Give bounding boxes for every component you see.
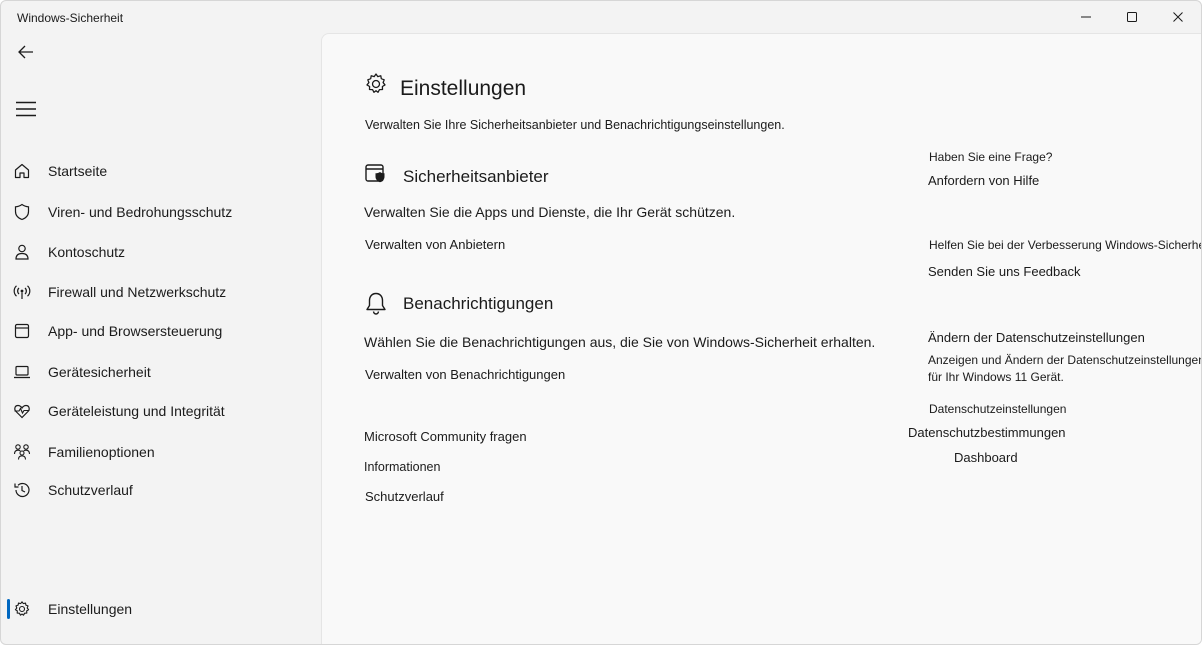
sidebar-item-device-performance[interactable]: Geräteleistung und Integrität	[5, 394, 315, 428]
community-link[interactable]: Microsoft Community fragen	[364, 429, 527, 444]
providers-section-title: Sicherheitsanbieter	[403, 167, 549, 186]
notifications-description: Wählen Sie die Benachrichtigungen aus, d…	[364, 334, 876, 350]
sidebar-item-firewall[interactable]: Firewall und Netzwerkschutz	[5, 275, 315, 309]
history-icon	[14, 482, 30, 498]
sidebar-item-label: Schutzverlauf	[48, 482, 133, 498]
sidebar-item-app-browser[interactable]: App- und Browsersteuerung	[5, 314, 315, 348]
main-content: Einstellungen Verwalten Sie Ihre Sicherh…	[321, 33, 1202, 644]
sidebar: Startseite Viren- und Bedrohungsschutz K…	[1, 33, 321, 644]
hamburger-icon	[16, 101, 36, 117]
privacy-settings-link[interactable]: Datenschutzeinstellungen	[929, 402, 1066, 416]
privacy-description-line2: für Ihr Windows 11 Gerät.	[928, 370, 1064, 384]
sidebar-item-startseite[interactable]: Startseite	[5, 154, 315, 188]
dashboard-link[interactable]: Dashboard	[954, 450, 1018, 465]
page-subtitle: Verwalten Sie Ihre Sicherheitsanbieter u…	[365, 118, 785, 132]
sidebar-item-label: Kontoschutz	[48, 244, 126, 260]
question-heading: Haben Sie eine Frage?	[929, 150, 1053, 164]
sidebar-item-label: Viren- und Bedrohungsschutz	[48, 204, 233, 220]
app-window-icon	[14, 323, 30, 339]
laptop-icon	[14, 365, 30, 379]
person-icon	[15, 244, 29, 260]
sidebar-item-account-protection[interactable]: Kontoschutz	[5, 235, 315, 269]
privacy-description-line1: Anzeigen und Ändern der Datenschutzeinst…	[928, 353, 1202, 367]
sidebar-item-virus-protection[interactable]: Viren- und Bedrohungsschutz	[5, 195, 315, 229]
sidebar-item-label: Einstellungen	[48, 601, 133, 617]
maximize-icon	[1127, 12, 1137, 22]
manage-providers-link[interactable]: Verwalten von Anbietern	[365, 237, 505, 252]
sidebar-item-label: Firewall und Netzwerkschutz	[48, 284, 227, 300]
home-icon	[14, 163, 30, 179]
feedback-link[interactable]: Senden Sie uns Feedback	[928, 264, 1081, 279]
close-button[interactable]	[1155, 1, 1201, 33]
notifications-section-title: Benachrichtigungen	[403, 294, 554, 313]
heart-pulse-icon	[14, 404, 30, 419]
improve-heading: Helfen Sie bei der Verbesserung Windows-…	[929, 238, 1202, 252]
info-link[interactable]: Informationen	[364, 460, 440, 474]
sidebar-item-label: Familienoptionen	[48, 444, 155, 460]
wireless-icon	[13, 285, 31, 299]
privacy-statement-link[interactable]: Datenschutzbestimmungen	[908, 425, 1066, 440]
page-title: Einstellungen	[400, 77, 527, 100]
app-window: Windows-Sicherheit Startseite Viren- und…	[0, 0, 1202, 645]
hamburger-menu-button[interactable]	[11, 95, 41, 123]
sidebar-item-label: Gerätesicherheit	[48, 364, 151, 380]
minimize-icon	[1081, 16, 1091, 18]
close-icon	[1173, 12, 1183, 22]
family-icon	[13, 444, 31, 460]
sidebar-item-label: Geräteleistung und Integrität	[48, 403, 225, 419]
get-help-link[interactable]: Anfordern von Hilfe	[928, 173, 1039, 188]
back-arrow-icon	[18, 45, 33, 59]
sidebar-item-family-options[interactable]: Familienoptionen	[5, 435, 315, 469]
app-title: Windows-Sicherheit	[17, 11, 124, 25]
sidebar-item-label: App- und Browsersteuerung	[48, 323, 223, 339]
settings-gear-icon	[366, 73, 386, 93]
maximize-button[interactable]	[1109, 1, 1155, 33]
sidebar-item-settings[interactable]: Einstellungen	[5, 592, 315, 626]
sidebar-item-device-security[interactable]: Gerätesicherheit	[5, 355, 315, 389]
privacy-heading: Ändern der Datenschutzeinstellungen	[928, 330, 1145, 345]
providers-description: Verwalten Sie die Apps und Dienste, die …	[364, 204, 736, 220]
security-provider-icon	[365, 164, 385, 183]
minimize-button[interactable]	[1063, 1, 1109, 33]
protection-history-link[interactable]: Schutzverlauf	[365, 489, 444, 504]
sidebar-item-label: Startseite	[48, 163, 108, 179]
manage-notifications-link[interactable]: Verwalten von Benachrichtigungen	[365, 367, 565, 382]
sidebar-item-protection-history[interactable]: Schutzverlauf	[5, 473, 315, 507]
bell-icon	[366, 292, 386, 315]
title-bar: Windows-Sicherheit	[1, 1, 1201, 33]
shield-icon	[14, 203, 30, 221]
back-button[interactable]	[11, 38, 41, 66]
gear-icon	[14, 601, 30, 616]
